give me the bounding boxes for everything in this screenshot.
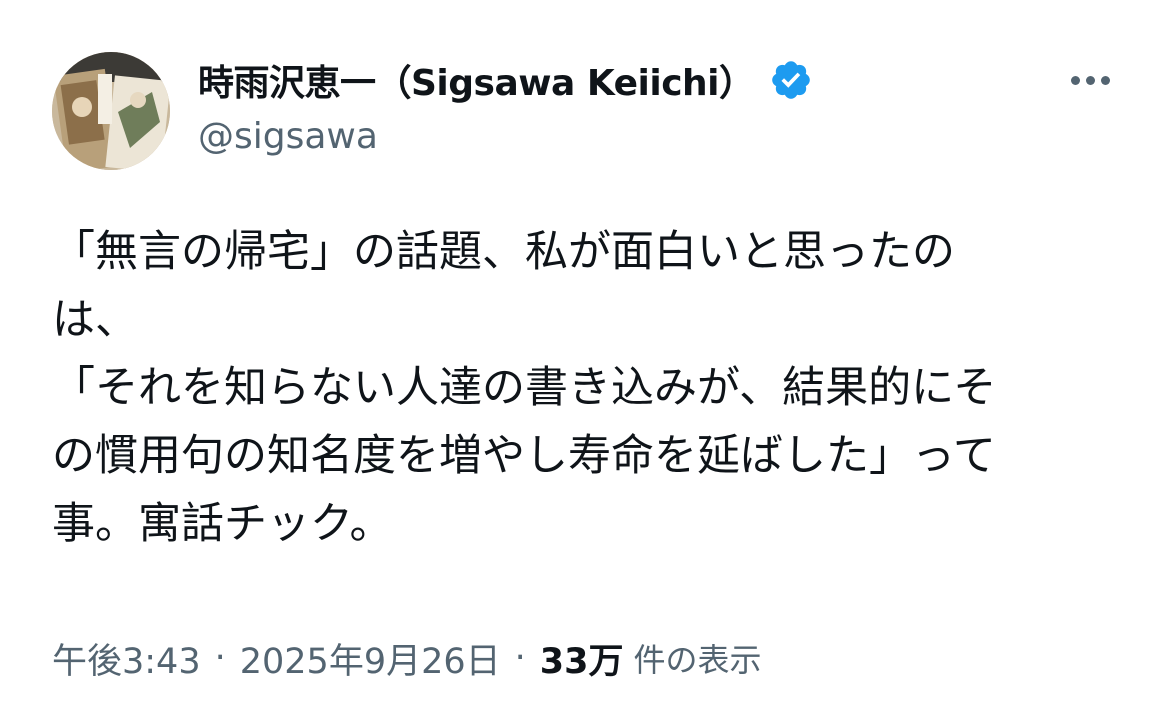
display-name-row: 時雨沢恵一（Sigsawa Keiichi） (198, 52, 813, 108)
more-horizontal-icon (1068, 75, 1113, 85)
book-cover-avatar-icon (52, 52, 170, 170)
verified-badge-icon[interactable] (769, 58, 813, 102)
avatar[interactable] (52, 52, 170, 170)
meta-separator: · (514, 638, 526, 678)
tweet-text-line: は、 (52, 295, 138, 345)
tweet: 時雨沢恵一（Sigsawa Keiichi） @sigsawa 「無言の帰宅」の… (0, 0, 1170, 724)
tweet-time[interactable]: 午後3:43 (52, 633, 201, 684)
tweet-text-line: 「無言の帰宅」の話題、私が面白いと思ったの (52, 227, 955, 277)
display-name[interactable]: 時雨沢恵一（Sigsawa Keiichi） (198, 54, 755, 106)
tweet-date[interactable]: 2025年9月26日 (240, 633, 501, 684)
tweet-text-line: 事。寓話チック。 (52, 499, 393, 549)
more-options-button[interactable] (1062, 62, 1118, 98)
meta-separator: · (214, 638, 226, 678)
author-handle[interactable]: @sigsawa (198, 116, 378, 157)
tweet-meta: 午後3:43 · 2025年9月26日 · 33万 件の表示 (52, 630, 762, 686)
tweet-text-line: の慣用句の知名度を増やし寿命を延ばした」って (52, 431, 996, 481)
views-label: 件の表示 (633, 641, 762, 679)
tweet-text-line: 「それを知らない人達の書き込みが、結果的にそ (52, 363, 997, 413)
tweet-text: 「無言の帰宅」の話題、私が面白いと思ったの は、 「それを知らない人達の書き込み… (52, 218, 1122, 558)
views-count[interactable]: 33万 (540, 633, 624, 684)
